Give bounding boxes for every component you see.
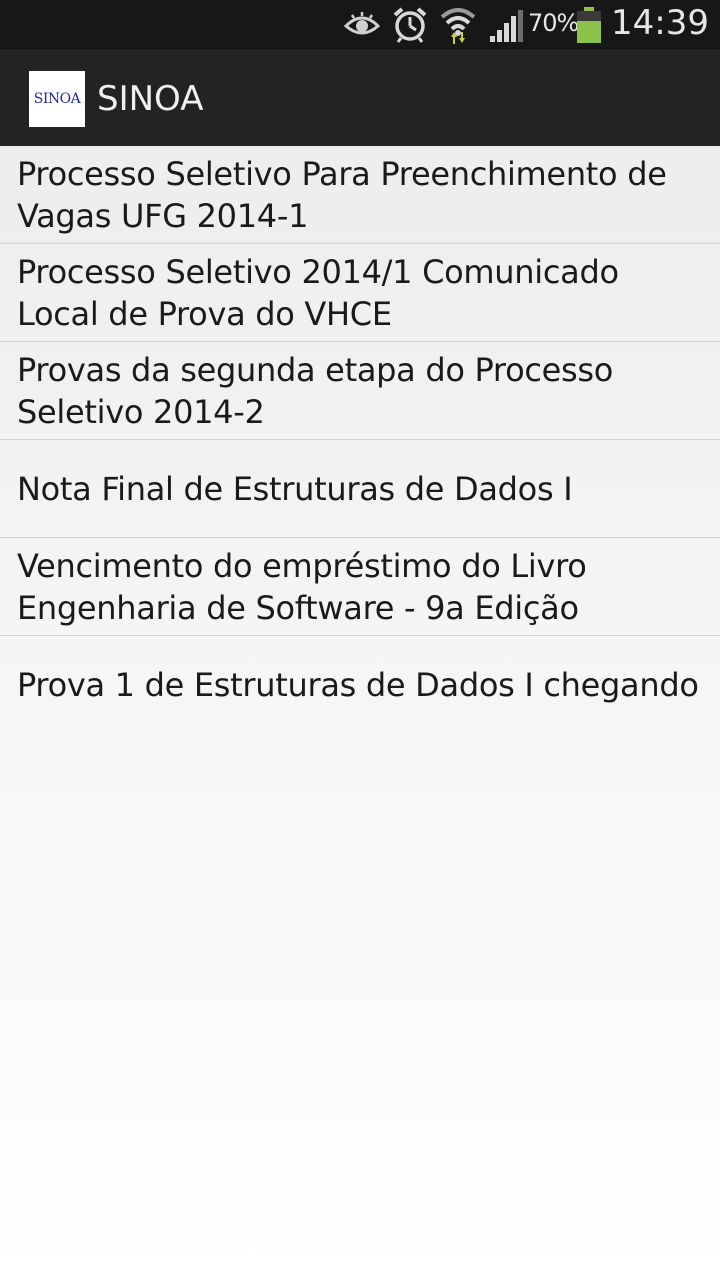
list-item-text: Prova 1 de Estruturas de Dados I chegand… xyxy=(17,665,699,704)
list-item[interactable]: Processo Seletivo 2014/1 Comunicado Loca… xyxy=(0,244,720,342)
clock: 14:39 xyxy=(611,3,709,43)
battery-percentage: 70% xyxy=(528,9,579,37)
app-logo[interactable]: SINOA xyxy=(29,71,85,127)
list-item[interactable]: Nota Final de Estruturas de Dados I xyxy=(0,440,720,538)
list-item[interactable]: Processo Seletivo Para Preenchimento de … xyxy=(0,146,720,244)
list-item-text: Provas da segunda etapa do Processo Sele… xyxy=(17,350,614,431)
list-item[interactable]: Provas da segunda etapa do Processo Sele… xyxy=(0,342,720,440)
list-item-text: Nota Final de Estruturas de Dados I xyxy=(17,469,573,508)
battery-icon xyxy=(577,7,601,43)
app-logo-text: SINOA xyxy=(33,91,81,107)
list-item-text: Processo Seletivo Para Preenchimento de … xyxy=(17,154,667,235)
wifi-icon xyxy=(440,8,476,44)
list-item-text: Processo Seletivo 2014/1 Comunicado Loca… xyxy=(17,252,619,333)
signal-icon xyxy=(490,10,523,42)
alarm-clock-icon xyxy=(393,7,427,43)
status-bar: 70% 14:39 xyxy=(0,0,720,50)
app-title: SINOA xyxy=(97,79,204,119)
eye-icon xyxy=(344,12,380,35)
battery-fill xyxy=(577,21,601,43)
list-item[interactable]: Vencimento do empréstimo do Livro Engenh… xyxy=(0,538,720,636)
list-item[interactable]: Prova 1 de Estruturas de Dados I chegand… xyxy=(0,636,720,733)
action-bar: SINOA SINOA xyxy=(0,50,720,146)
list-item-text: Vencimento do empréstimo do Livro Engenh… xyxy=(17,546,587,627)
notice-list: Processo Seletivo Para Preenchimento de … xyxy=(0,146,720,733)
